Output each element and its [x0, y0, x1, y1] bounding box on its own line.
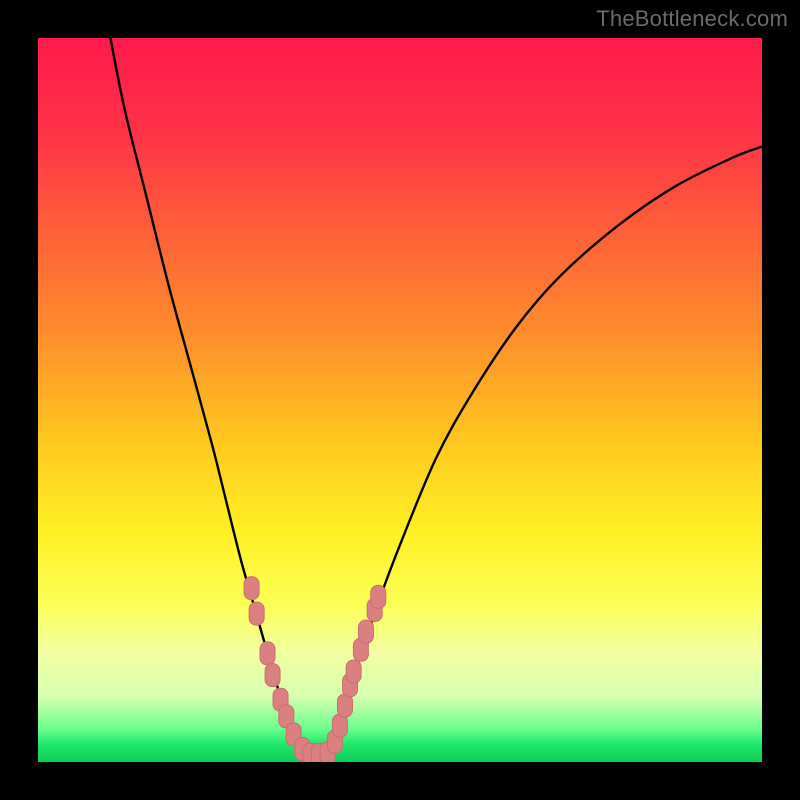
data-marker [265, 664, 280, 687]
bottleneck-curve [38, 38, 762, 762]
data-marker [358, 620, 373, 643]
chart-frame: TheBottleneck.com [0, 0, 800, 800]
data-marker [260, 642, 275, 665]
data-marker [346, 660, 361, 683]
watermark-text: TheBottleneck.com [596, 6, 788, 32]
plot-area [38, 38, 762, 762]
data-marker [371, 585, 386, 608]
data-marker [332, 714, 347, 737]
data-marker [244, 577, 259, 600]
data-marker [249, 602, 264, 625]
data-marker [337, 694, 352, 717]
marker-group [244, 577, 386, 762]
